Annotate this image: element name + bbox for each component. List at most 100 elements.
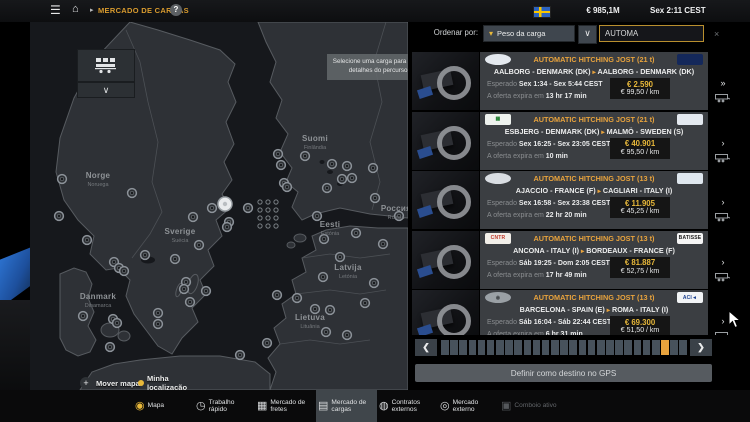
city-marker[interactable]: [223, 223, 232, 232]
home-icon[interactable]: ⌂: [72, 3, 79, 15]
city-marker[interactable]: [154, 320, 163, 329]
city-marker[interactable]: [336, 253, 345, 262]
city-marker[interactable]: [371, 194, 380, 203]
city-marker[interactable]: [370, 279, 379, 288]
collapse-panel-button[interactable]: ∨: [77, 82, 135, 98]
scrollbar-segment[interactable]: [606, 340, 614, 355]
nav-item-mercado-de-cargas[interactable]: ▤ Mercado de cargas: [316, 390, 377, 422]
scroll-right-button[interactable]: ❯: [690, 339, 712, 356]
city-marker[interactable]: [343, 331, 352, 340]
city-marker[interactable]: [189, 213, 198, 222]
cargo-card[interactable]: CNTR AUTOMATIC HITCHING JOST (13 t) BATI…: [480, 231, 708, 289]
my-location-button[interactable]: Minha localização: [138, 374, 196, 390]
scrollbar-segment[interactable]: [569, 340, 577, 355]
clear-search-icon[interactable]: ×: [714, 29, 719, 39]
city-marker[interactable]: [236, 351, 245, 360]
menu-icon[interactable]: ☰: [50, 3, 61, 17]
trailer-filter-button[interactable]: [77, 49, 135, 82]
expand-offer-icon[interactable]: ›: [712, 197, 734, 207]
city-marker[interactable]: [120, 267, 129, 276]
city-marker[interactable]: [273, 291, 282, 300]
scrollbar-segment[interactable]: [487, 340, 495, 355]
city-marker[interactable]: [348, 174, 357, 183]
nav-item-contratos-externos[interactable]: ◍ Contratos externos: [377, 390, 438, 422]
scrollbar-segment[interactable]: [450, 340, 458, 355]
nav-item-trabalho-rápido[interactable]: ◷ Trabalho rápido: [194, 390, 255, 422]
city-marker[interactable]: [369, 164, 378, 173]
cargo-card[interactable]: AUTOMATIC HITCHING JOST (13 t) AJACCIO -…: [480, 171, 708, 229]
city-marker[interactable]: [83, 236, 92, 245]
scrollbar-thumb[interactable]: [661, 340, 669, 355]
scrollbar-segment[interactable]: [679, 340, 687, 355]
scrollbar-segment[interactable]: [551, 340, 559, 355]
scrollbar-segment[interactable]: [634, 340, 642, 355]
city-marker[interactable]: [195, 241, 204, 250]
city-marker[interactable]: [263, 339, 272, 348]
cargo-offer-row[interactable]: CNTR AUTOMATIC HITCHING JOST (13 t) BATI…: [412, 231, 734, 289]
city-marker[interactable]: [128, 189, 137, 198]
city-marker[interactable]: [244, 204, 253, 213]
scrollbar-segment[interactable]: [588, 340, 596, 355]
city-marker[interactable]: [79, 312, 88, 321]
scrollbar-segment[interactable]: [652, 340, 660, 355]
scroll-left-button[interactable]: ❮: [415, 339, 437, 356]
scrollbar-segment[interactable]: [624, 340, 632, 355]
city-marker[interactable]: [328, 160, 337, 169]
city-marker[interactable]: [323, 184, 332, 193]
city-marker[interactable]: [274, 150, 283, 159]
city-marker[interactable]: [301, 152, 310, 161]
city-marker[interactable]: [180, 285, 189, 294]
nav-item-mapa[interactable]: ◉ Mapa: [133, 390, 194, 422]
scrollbar-segment[interactable]: [441, 340, 449, 355]
cargo-card[interactable]: AUTOMATIC HITCHING JOST (21 t) AALBORG -…: [480, 52, 708, 110]
city-marker[interactable]: [58, 175, 67, 184]
sort-dropdown-chevron-button[interactable]: ∨: [578, 25, 597, 44]
expand-offer-icon[interactable]: ›: [712, 257, 734, 267]
scrollbar-segment[interactable]: [560, 340, 568, 355]
cargo-offer-row[interactable]: AUTOMATIC HITCHING JOST (21 t) AALBORG -…: [412, 52, 734, 110]
scrollbar-segment[interactable]: [533, 340, 541, 355]
city-marker[interactable]: [171, 255, 180, 264]
city-marker[interactable]: [293, 294, 302, 303]
scrollbar-segment[interactable]: [459, 340, 467, 355]
scrollbar-segment[interactable]: [505, 340, 513, 355]
city-marker[interactable]: [338, 175, 347, 184]
city-marker[interactable]: [106, 343, 115, 352]
city-marker[interactable]: [186, 298, 195, 307]
city-marker[interactable]: [343, 162, 352, 171]
map-panel[interactable]: NorgeNoruegaSverigeSuéciaSuomiFinlândiaD…: [30, 22, 408, 390]
sort-dropdown[interactable]: ▾ Peso da carga: [483, 25, 575, 42]
city-marker[interactable]: [202, 287, 211, 296]
scrollbar-segment[interactable]: [615, 340, 623, 355]
scrollbar-segment[interactable]: [579, 340, 587, 355]
city-marker[interactable]: [277, 161, 286, 170]
scrollbar-segment[interactable]: [597, 340, 605, 355]
scrollbar-segment[interactable]: [496, 340, 504, 355]
expand-offer-icon[interactable]: ›: [712, 138, 734, 148]
scrollbar-segment[interactable]: [524, 340, 532, 355]
city-marker[interactable]: [379, 240, 388, 249]
nav-item-mercado-externo[interactable]: ◎ Mercado externo: [438, 390, 499, 422]
scrollbar-segment[interactable]: [542, 340, 550, 355]
help-icon[interactable]: ?: [170, 4, 182, 16]
city-marker[interactable]: [322, 328, 331, 337]
city-marker[interactable]: [326, 306, 335, 315]
city-marker[interactable]: [319, 273, 328, 282]
city-marker[interactable]: [283, 183, 292, 192]
cargo-card[interactable]: ▦ AUTOMATIC HITCHING JOST (21 t) ESBJERG…: [480, 112, 708, 170]
search-input[interactable]: [605, 29, 714, 38]
scrollbar-segment[interactable]: [514, 340, 522, 355]
scrollbar-track[interactable]: [441, 340, 687, 355]
expand-offer-icon[interactable]: »: [712, 78, 734, 88]
nav-item-comboio-ativo[interactable]: ▣ Comboio ativo: [499, 390, 560, 422]
city-marker[interactable]: [352, 229, 361, 238]
city-marker[interactable]: [361, 299, 370, 308]
scrollbar-segment[interactable]: [469, 340, 477, 355]
city-marker[interactable]: [208, 204, 217, 213]
cargo-offer-row[interactable]: ◉ AUTOMATIC HITCHING JOST (13 t) ACI◄ BA…: [412, 290, 734, 335]
cargo-offer-row[interactable]: AUTOMATIC HITCHING JOST (13 t) AJACCIO -…: [412, 171, 734, 229]
cargo-offer-row[interactable]: ▦ AUTOMATIC HITCHING JOST (21 t) ESBJERG…: [412, 112, 734, 170]
scrollbar-segment[interactable]: [670, 340, 678, 355]
set-gps-destination-button[interactable]: Definir como destino no GPS: [415, 364, 712, 382]
city-marker[interactable]: [141, 251, 150, 260]
